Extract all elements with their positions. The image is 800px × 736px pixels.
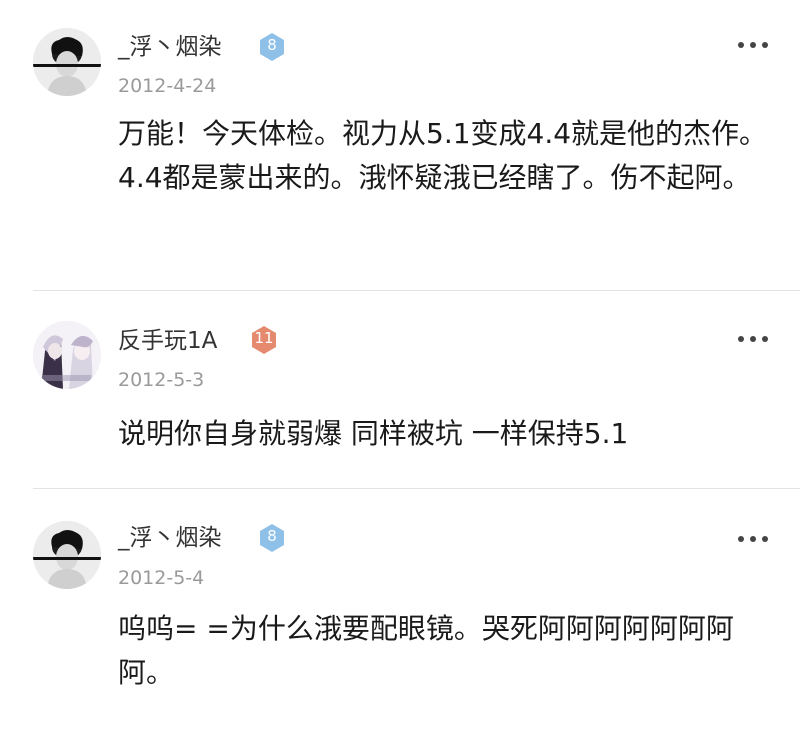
username[interactable]: 反手玩1A bbox=[118, 327, 217, 355]
comment-item: _浮丶烟染 8 2012-4-24 万能！今天体检。视力从5.1变成4.4就是他… bbox=[0, 0, 800, 290]
post-date: 2012-5-3 bbox=[118, 369, 205, 391]
more-dots-icon[interactable] bbox=[736, 534, 770, 544]
level-badge-icon: 11 bbox=[250, 325, 278, 355]
more-dots-icon[interactable] bbox=[736, 334, 770, 344]
comment-item: 反手玩1A 11 2012-5-3 说明你自身就弱爆 同样被坑 一样保持5.1 bbox=[0, 291, 800, 488]
comment-item: _浮丶烟染 8 2012-5-4 呜呜= =为什么涐要配眼镜。哭死阿阿阿阿阿阿阿… bbox=[0, 489, 800, 736]
level-number: 8 bbox=[267, 36, 277, 54]
more-dots-icon[interactable] bbox=[736, 40, 770, 50]
post-date: 2012-4-24 bbox=[118, 75, 217, 97]
level-badge-icon: 8 bbox=[258, 32, 286, 62]
comment-text: 说明你自身就弱爆 同样被坑 一样保持5.1 bbox=[118, 417, 629, 450]
avatar[interactable] bbox=[33, 321, 101, 389]
username[interactable]: _浮丶烟染 bbox=[118, 524, 222, 552]
comment-text: 呜呜= =为什么涐要配眼镜。哭死阿阿阿阿阿阿阿阿。 bbox=[118, 612, 734, 689]
level-badge-icon: 8 bbox=[258, 523, 286, 553]
post-date: 2012-5-4 bbox=[118, 567, 205, 589]
avatar[interactable] bbox=[33, 28, 101, 96]
level-number: 11 bbox=[254, 329, 274, 347]
avatar[interactable] bbox=[33, 521, 101, 589]
comment-text: 万能！今天体检。视力从5.1变成4.4就是他的杰作。4.4都是蒙出来的。涐怀疑涐… bbox=[118, 117, 768, 194]
username[interactable]: _浮丶烟染 bbox=[118, 33, 222, 61]
level-number: 8 bbox=[267, 527, 277, 545]
